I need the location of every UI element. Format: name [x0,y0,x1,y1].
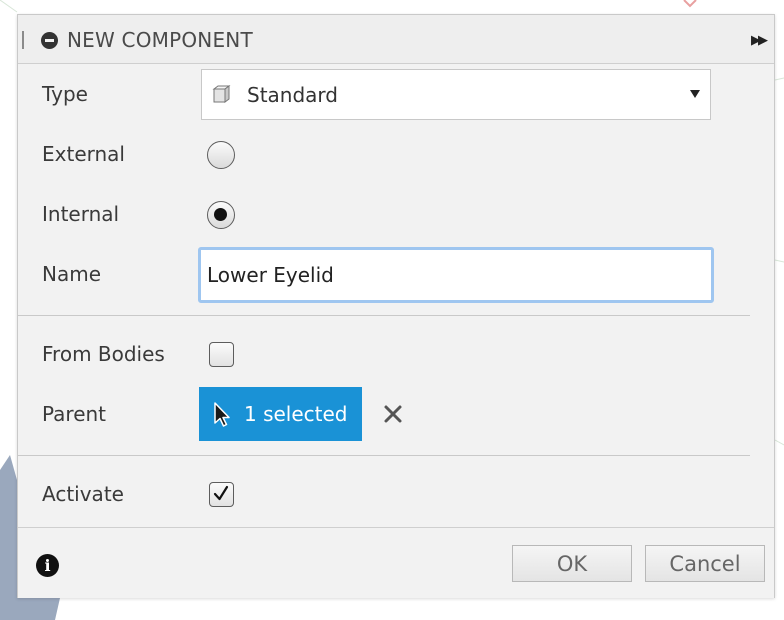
cursor-icon [214,402,230,427]
name-input[interactable] [198,247,714,303]
divider [18,455,750,456]
name-label: Name [42,262,102,286]
chevron-down-icon [690,90,700,98]
divider [18,315,750,316]
parent-label: Parent [42,402,107,426]
cancel-button[interactable]: Cancel [645,545,765,582]
dialog-titlebar[interactable]: NEW COMPONENT ▶▶ [18,15,774,64]
external-radio[interactable] [207,141,235,169]
from-bodies-label: From Bodies [42,342,165,366]
internal-label: Internal [42,202,120,226]
type-label: Type [42,82,88,106]
drag-handle-icon[interactable] [22,31,24,49]
dialog-footer: i OK Cancel [18,527,774,598]
external-label: External [42,142,125,166]
close-icon[interactable] [383,404,403,424]
internal-radio[interactable] [207,201,235,229]
activate-label: Activate [42,482,124,506]
from-bodies-checkbox[interactable] [209,342,234,367]
cube-icon [212,85,231,103]
new-component-dialog: NEW COMPONENT ▶▶ Type Standard External … [17,14,775,598]
expand-icon[interactable]: ▶▶ [751,33,768,48]
parent-selection-button[interactable]: 1 selected [199,387,362,441]
dialog-title: NEW COMPONENT [67,28,253,52]
activate-checkbox[interactable] [209,482,234,507]
parent-selection-label: 1 selected [244,402,348,426]
type-dropdown[interactable]: Standard [201,69,711,120]
ok-button[interactable]: OK [512,545,632,582]
collapse-icon[interactable] [41,32,58,49]
info-icon[interactable]: i [36,554,59,577]
type-value: Standard [247,83,338,107]
checkmark-icon [213,485,229,501]
